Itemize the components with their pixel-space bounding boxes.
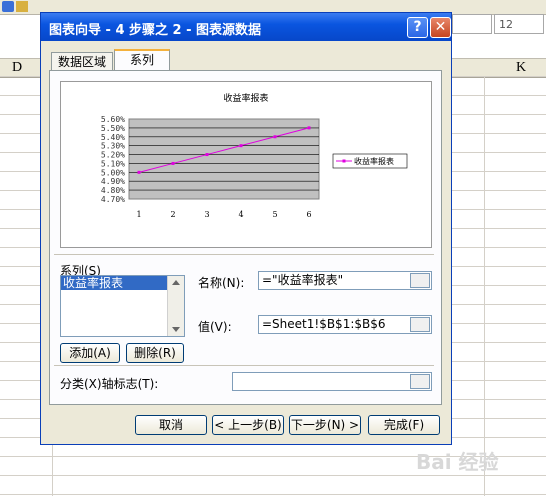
value-range-picker-icon[interactable] [410, 317, 430, 332]
y-tick-label: 4.90% [101, 177, 125, 186]
grid-column-line [484, 76, 485, 496]
y-tick-label: 4.80% [101, 186, 125, 195]
name-field-value: ="收益率报表" [262, 273, 344, 287]
data-point [273, 135, 277, 139]
plot-area [128, 118, 320, 200]
scroll-up-icon[interactable] [172, 280, 180, 285]
font-size-box[interactable]: 12 [494, 14, 544, 34]
legend-label: 收益率报表 [354, 156, 394, 166]
category-range-picker-icon[interactable] [410, 374, 430, 389]
font-size-value: 12 [499, 18, 513, 31]
chart-separator [54, 254, 434, 255]
y-tick-label: 5.00% [101, 168, 125, 177]
back-button[interactable]: < 上一步(B) [212, 415, 284, 435]
grid-row-line [0, 475, 546, 476]
tab-series[interactable]: 系列 [114, 49, 170, 71]
remove-series-button[interactable]: 删除(R) [126, 343, 184, 363]
y-tick-label: 5.20% [101, 151, 125, 160]
x-tick-label: 4 [238, 210, 243, 219]
data-point [171, 161, 175, 165]
value-field[interactable]: =Sheet1!$B$1:$B$6 [258, 315, 432, 334]
series-list-item[interactable]: 收益率报表 [61, 276, 168, 290]
add-series-button[interactable]: 添加(A) [60, 343, 120, 363]
y-tick-label: 5.50% [101, 124, 125, 133]
series-listbox[interactable]: 收益率报表 [60, 275, 185, 337]
cancel-button[interactable]: 取消 [135, 415, 207, 435]
x-tick-label: 3 [204, 210, 209, 219]
name-range-picker-icon[interactable] [410, 273, 430, 288]
data-point [137, 170, 141, 174]
y-tick-label: 5.40% [101, 133, 125, 142]
title-bar[interactable]: 图表向导 - 4 步骤之 2 - 图表源数据 ? ✕ [41, 13, 451, 41]
x-tick-label: 6 [306, 210, 311, 219]
chart-wizard-dialog: 图表向导 - 4 步骤之 2 - 图表源数据 ? ✕ 数据区域 系列 收益率报表… [40, 12, 452, 445]
help-button[interactable]: ? [407, 17, 428, 38]
x-tick-label: 1 [136, 210, 141, 219]
close-button[interactable]: ✕ [430, 17, 451, 38]
x-tick-label: 5 [272, 210, 277, 219]
column-k-header[interactable]: K [516, 60, 526, 76]
x-tick-label: 2 [170, 210, 175, 219]
y-tick-label: 4.70% [101, 195, 125, 204]
clipboard-icon[interactable] [2, 1, 14, 12]
chart-preview: 收益率报表 5.60% 5.50% 5.40% 5.30% 5.20% 5.10% 5.00%… [60, 81, 432, 248]
next-button[interactable]: 下一步(N) > [289, 415, 361, 435]
value-label: 值(V): [198, 320, 232, 334]
series-panel: 收益率报表 5.60% 5.50% 5.40% 5.30% 5.20% 5.10% 5.00%… [49, 70, 442, 405]
paste-icon[interactable] [16, 1, 28, 12]
legend-marker [342, 159, 346, 163]
series-scrollbar[interactable] [167, 276, 184, 336]
watermark: Bai 经验 [416, 450, 499, 474]
category-separator [54, 365, 434, 366]
name-field[interactable]: ="收益率报表" [258, 271, 432, 290]
name-label: 名称(N): [198, 276, 245, 290]
column-d-header[interactable]: D [12, 60, 22, 76]
y-tick-label: 5.30% [101, 142, 125, 151]
chart-title: 收益率报表 [223, 92, 268, 104]
font-name-box[interactable] [452, 14, 492, 34]
data-point [307, 126, 311, 130]
category-axis-label: 分类(X)轴标志(T): [60, 377, 159, 391]
y-tick-label: 5.10% [101, 159, 125, 168]
value-field-value: =Sheet1!$B$1:$B$6 [262, 317, 386, 331]
tab-data-range[interactable]: 数据区域 [51, 52, 113, 71]
y-tick-label: 5.60% [101, 115, 125, 124]
data-point [205, 153, 209, 157]
scroll-down-icon[interactable] [172, 327, 180, 332]
data-point [239, 144, 243, 148]
finish-button[interactable]: 完成(F) [368, 415, 440, 435]
category-axis-field[interactable] [232, 372, 432, 391]
chart-svg: 收益率报表 5.60%5.50%5.40%5.30%5.20%5.10%5.00%… [101, 92, 408, 219]
dialog-title: 图表向导 - 4 步骤之 2 - 图表源数据 [49, 23, 262, 38]
grid-row-line [0, 494, 546, 495]
